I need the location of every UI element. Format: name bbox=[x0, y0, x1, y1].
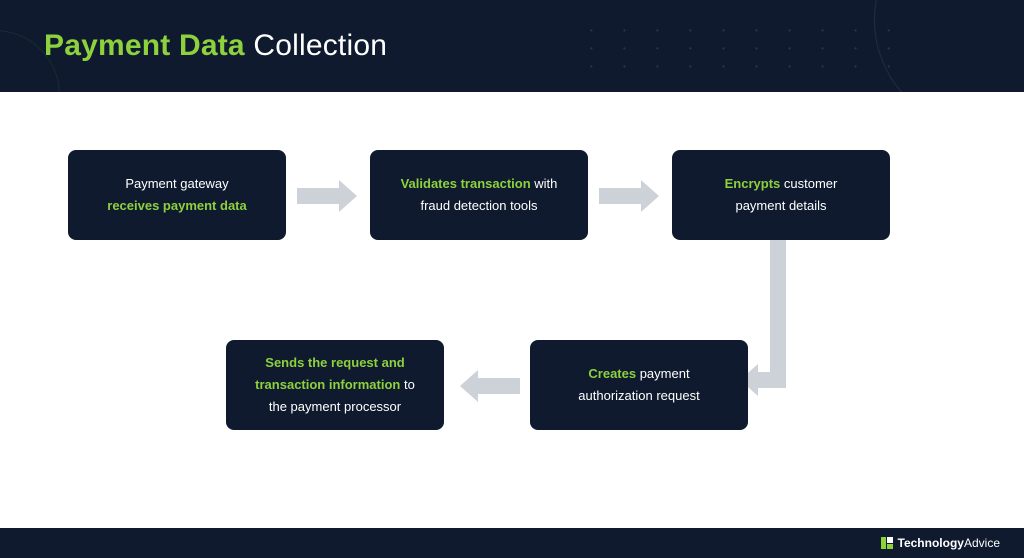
node-text: payment bbox=[636, 366, 689, 381]
node-text: with bbox=[531, 176, 558, 191]
brand-name: TechnologyAdvice bbox=[898, 534, 1000, 552]
flow-node-receive-data: Payment gateway receives payment data bbox=[68, 150, 286, 240]
page-title-accent: Payment Data bbox=[44, 29, 245, 62]
node-text: payment details bbox=[735, 198, 826, 213]
node-text-accent: Creates bbox=[588, 366, 636, 381]
arrow-right-icon bbox=[599, 180, 659, 212]
flow-node-encrypt: Encrypts customer payment details bbox=[672, 150, 890, 240]
node-text-accent: Encrypts bbox=[725, 176, 781, 191]
node-text-accent: Sends the request and bbox=[265, 355, 404, 370]
slide-footer: TechnologyAdvice bbox=[0, 528, 1024, 558]
arrow-left-icon bbox=[460, 370, 520, 402]
node-text: authorization request bbox=[578, 388, 699, 403]
node-text: Payment gateway bbox=[125, 176, 228, 191]
decorative-dot-grid: • • • • • • • • • • • • • • • • • • • • … bbox=[590, 22, 904, 76]
brand-name-light: Advice bbox=[964, 536, 1000, 550]
node-text-accent: transaction information bbox=[255, 377, 400, 392]
diagram-canvas: Payment gateway receives payment data Va… bbox=[0, 92, 1024, 528]
page-title: Payment Data Collection bbox=[44, 29, 387, 63]
technologyadvice-icon bbox=[880, 536, 894, 550]
brand-logo: TechnologyAdvice bbox=[880, 534, 1000, 552]
flow-node-send-processor: Sends the request and transaction inform… bbox=[226, 340, 444, 430]
brand-name-bold: Technology bbox=[898, 536, 964, 550]
node-text: customer bbox=[780, 176, 837, 191]
slide-root: • • • • • • • • • • • • • • • • • • • • … bbox=[0, 0, 1024, 558]
flow-node-validate: Validates transaction with fraud detecti… bbox=[370, 150, 588, 240]
page-title-rest: Collection bbox=[245, 29, 387, 62]
node-text-accent: Validates transaction bbox=[401, 176, 531, 191]
node-text: the payment processor bbox=[269, 399, 401, 414]
node-text-accent: receives payment data bbox=[107, 198, 246, 213]
flow-node-create-auth: Creates payment authorization request bbox=[530, 340, 748, 430]
node-text: to bbox=[400, 377, 414, 392]
node-text: fraud detection tools bbox=[420, 198, 537, 213]
slide-header: • • • • • • • • • • • • • • • • • • • • … bbox=[0, 0, 1024, 92]
arrow-right-icon bbox=[297, 180, 357, 212]
